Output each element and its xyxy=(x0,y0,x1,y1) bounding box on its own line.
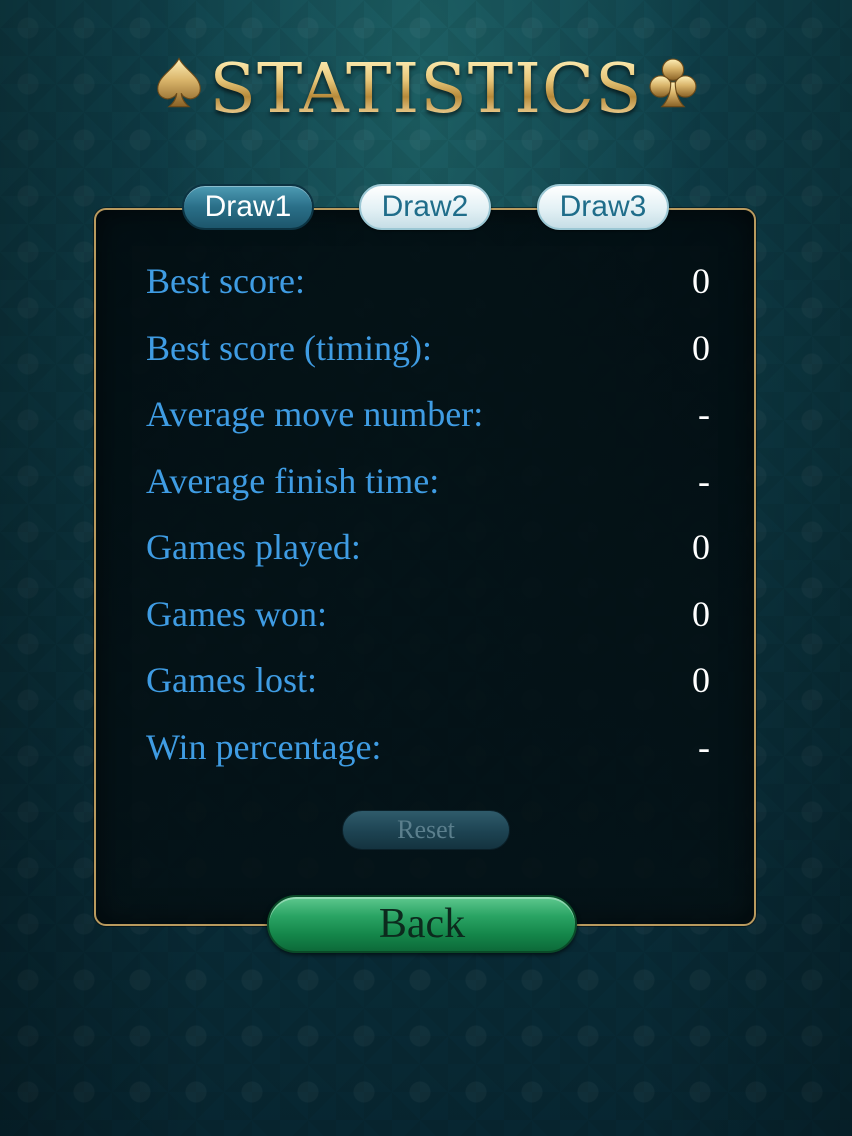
stat-row-best-score: Best score: 0 xyxy=(146,248,710,315)
stat-row-average-finish-time: Average finish time: - xyxy=(146,448,710,515)
page-title: STATISTICS xyxy=(209,50,643,129)
stat-row-win-percentage: Win percentage: - xyxy=(146,714,710,781)
stat-row-games-won: Games won: 0 xyxy=(146,581,710,648)
stat-value: - xyxy=(698,394,710,435)
club-icon xyxy=(649,58,697,108)
stats-list: Best score: 0 Best score (timing): 0 Ave… xyxy=(146,248,710,780)
stat-row-games-played: Games played: 0 xyxy=(146,514,710,581)
stat-label: Games won: xyxy=(146,593,327,634)
stat-value: 0 xyxy=(692,593,710,634)
stat-row-games-lost: Games lost: 0 xyxy=(146,647,710,714)
stat-value: - xyxy=(698,460,710,501)
tab-draw2[interactable]: Draw2 xyxy=(359,184,491,230)
page-header: STATISTICS xyxy=(0,40,852,140)
stat-value: 0 xyxy=(692,327,710,368)
stat-row-average-move-number: Average move number: - xyxy=(146,381,710,448)
reset-button[interactable]: Reset xyxy=(342,810,510,850)
stat-value: 0 xyxy=(692,527,710,568)
stat-value: - xyxy=(698,726,710,767)
stat-label: Win percentage: xyxy=(146,726,382,767)
stat-value: 0 xyxy=(692,261,710,302)
stat-label: Best score (timing): xyxy=(146,327,432,368)
stat-row-best-score-timing: Best score (timing): 0 xyxy=(146,315,710,382)
stat-label: Games played: xyxy=(146,527,361,568)
stat-label: Best score: xyxy=(146,261,305,302)
spade-icon xyxy=(157,57,202,108)
stat-label: Games lost: xyxy=(146,660,317,701)
stat-value: 0 xyxy=(692,660,710,701)
stat-label: Average finish time: xyxy=(146,460,440,501)
tab-draw1[interactable]: Draw1 xyxy=(182,184,314,230)
back-button[interactable]: Back xyxy=(267,895,577,953)
stat-label: Average move number: xyxy=(146,394,484,435)
tab-draw3[interactable]: Draw3 xyxy=(537,184,669,230)
